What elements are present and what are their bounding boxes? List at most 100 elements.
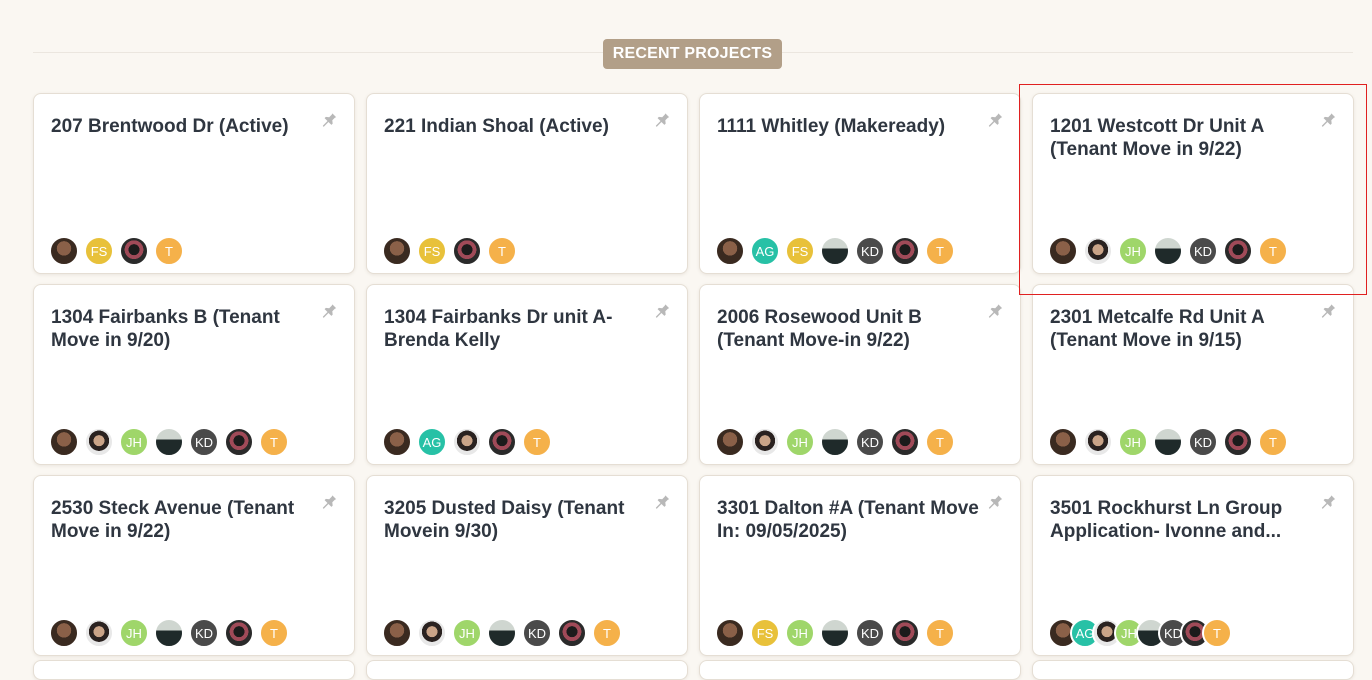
pin-icon[interactable] — [320, 110, 338, 128]
pin-icon[interactable] — [1319, 492, 1337, 510]
avatar-photo[interactable] — [1083, 427, 1113, 457]
avatar-photo[interactable] — [382, 618, 412, 648]
avatar-photo[interactable] — [750, 427, 780, 457]
avatar-photo[interactable] — [1223, 427, 1253, 457]
project-card[interactable]: 207 Brentwood Dr (Active) FS T — [33, 93, 355, 274]
avatar-initials[interactable]: T — [592, 618, 622, 648]
avatar-photo[interactable] — [154, 618, 184, 648]
avatar-photo[interactable] — [382, 236, 412, 266]
avatar-initials[interactable]: JH — [1118, 236, 1148, 266]
avatar-initials[interactable]: KD — [189, 618, 219, 648]
avatar-photo[interactable] — [119, 236, 149, 266]
avatar-photo[interactable] — [820, 427, 850, 457]
avatar-photo[interactable] — [49, 618, 79, 648]
avatar-photo[interactable] — [1153, 427, 1183, 457]
project-title[interactable]: 2006 Rosewood Unit B (Tenant Move-in 9/2… — [717, 306, 987, 352]
avatar-initials[interactable]: T — [259, 427, 289, 457]
pin-icon[interactable] — [653, 301, 671, 319]
avatar-photo[interactable] — [1083, 236, 1113, 266]
avatar-initials[interactable]: JH — [1118, 427, 1148, 457]
avatar-initials[interactable]: KD — [855, 427, 885, 457]
project-card[interactable]: 1304 Fairbanks B (Tenant Move in 9/20) JH… — [33, 284, 355, 465]
avatar-photo[interactable] — [1048, 427, 1078, 457]
avatar-photo[interactable] — [487, 427, 517, 457]
project-title[interactable]: 221 Indian Shoal (Active) — [384, 115, 654, 138]
avatar-initials[interactable]: KD — [1188, 427, 1218, 457]
avatar-initials[interactable]: T — [487, 236, 517, 266]
pin-icon[interactable] — [986, 492, 1004, 510]
project-title[interactable]: 2301 Metcalfe Rd Unit A (Tenant Move in … — [1050, 306, 1320, 352]
avatar-initials[interactable]: JH — [785, 427, 815, 457]
avatar-initials[interactable]: T — [259, 618, 289, 648]
pin-icon[interactable] — [320, 492, 338, 510]
project-card[interactable]: 3301 Dalton #A (Tenant Move In: 09/05/20… — [699, 475, 1021, 656]
pin-icon[interactable] — [986, 301, 1004, 319]
avatar-photo[interactable] — [557, 618, 587, 648]
project-title[interactable]: 1201 Westcott Dr Unit A (Tenant Move in … — [1050, 115, 1320, 161]
project-card[interactable]: 1111 Whitley (Makeready) AG FS KD T — [699, 93, 1021, 274]
project-card[interactable]: 2530 Steck Avenue (Tenant Move in 9/22) J… — [33, 475, 355, 656]
project-title[interactable]: 1304 Fairbanks Dr unit A- Brenda Kelly — [384, 306, 654, 352]
avatar-initials[interactable]: JH — [452, 618, 482, 648]
pin-icon[interactable] — [653, 110, 671, 128]
project-title[interactable]: 1304 Fairbanks B (Tenant Move in 9/20) — [51, 306, 321, 352]
project-title[interactable]: 3501 Rockhurst Ln Group Application- Ivo… — [1050, 497, 1320, 543]
avatar-photo[interactable] — [487, 618, 517, 648]
avatar-photo[interactable] — [154, 427, 184, 457]
project-title[interactable]: 207 Brentwood Dr (Active) — [51, 115, 321, 138]
project-title[interactable]: 3205 Dusted Daisy (Tenant Movein 9/30) — [384, 497, 654, 543]
avatar-photo[interactable] — [1223, 236, 1253, 266]
avatar-initials[interactable]: FS — [785, 236, 815, 266]
avatar-photo[interactable] — [224, 427, 254, 457]
avatar-photo[interactable] — [452, 236, 482, 266]
pin-icon[interactable] — [320, 301, 338, 319]
avatar-photo[interactable] — [49, 427, 79, 457]
avatar-photo[interactable] — [715, 618, 745, 648]
avatar-photo[interactable] — [890, 236, 920, 266]
avatar-initials[interactable]: JH — [119, 427, 149, 457]
avatar-initials[interactable]: KD — [189, 427, 219, 457]
avatar-photo[interactable] — [1153, 236, 1183, 266]
avatar-initials[interactable]: T — [154, 236, 184, 266]
avatar-photo[interactable] — [84, 618, 114, 648]
project-card[interactable]: 3501 Rockhurst Ln Group Application- Ivo… — [1032, 475, 1354, 656]
project-title[interactable]: 3301 Dalton #A (Tenant Move In: 09/05/20… — [717, 497, 987, 543]
avatar-initials[interactable]: T — [1258, 427, 1288, 457]
avatar-initials[interactable]: FS — [84, 236, 114, 266]
project-card-partial[interactable] — [366, 660, 688, 680]
project-title[interactable]: 1111 Whitley (Makeready) — [717, 115, 987, 138]
avatar-initials[interactable]: KD — [1188, 236, 1218, 266]
avatar-initials[interactable]: AG — [417, 427, 447, 457]
avatar-photo[interactable] — [890, 618, 920, 648]
pin-icon[interactable] — [986, 110, 1004, 128]
avatar-initials[interactable]: T — [1202, 618, 1232, 648]
avatar-initials[interactable]: FS — [750, 618, 780, 648]
project-card[interactable]: 3205 Dusted Daisy (Tenant Movein 9/30) JH… — [366, 475, 688, 656]
project-card[interactable]: 1201 Westcott Dr Unit A (Tenant Move in … — [1032, 93, 1354, 274]
avatar-photo[interactable] — [820, 236, 850, 266]
project-card-partial[interactable] — [1032, 660, 1354, 680]
pin-icon[interactable] — [653, 492, 671, 510]
avatar-initials[interactable]: KD — [522, 618, 552, 648]
avatar-photo[interactable] — [49, 236, 79, 266]
avatar-initials[interactable]: T — [522, 427, 552, 457]
avatar-photo[interactable] — [890, 427, 920, 457]
avatar-photo[interactable] — [820, 618, 850, 648]
avatar-photo[interactable] — [452, 427, 482, 457]
pin-icon[interactable] — [1319, 301, 1337, 319]
avatar-photo[interactable] — [715, 427, 745, 457]
project-card[interactable]: 2301 Metcalfe Rd Unit A (Tenant Move in … — [1032, 284, 1354, 465]
project-card[interactable]: 1304 Fairbanks Dr unit A- Brenda Kelly AG… — [366, 284, 688, 465]
avatar-photo[interactable] — [382, 427, 412, 457]
avatar-initials[interactable]: T — [1258, 236, 1288, 266]
avatar-initials[interactable]: JH — [785, 618, 815, 648]
project-card-partial[interactable] — [699, 660, 1021, 680]
avatar-photo[interactable] — [1048, 236, 1078, 266]
avatar-initials[interactable]: KD — [855, 618, 885, 648]
avatar-photo[interactable] — [715, 236, 745, 266]
avatar-initials[interactable]: T — [925, 427, 955, 457]
project-card[interactable]: 221 Indian Shoal (Active) FS T — [366, 93, 688, 274]
avatar-initials[interactable]: T — [925, 236, 955, 266]
avatar-initials[interactable]: T — [925, 618, 955, 648]
avatar-initials[interactable]: AG — [750, 236, 780, 266]
